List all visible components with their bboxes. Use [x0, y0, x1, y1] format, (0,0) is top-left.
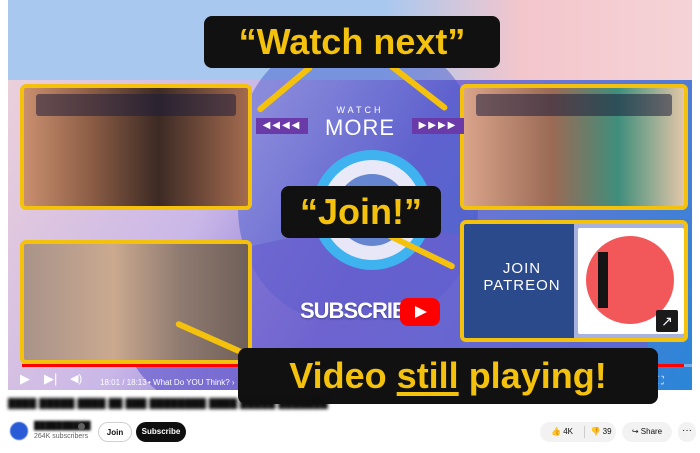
join-patreon-text: JOIN PATREON [483, 260, 561, 294]
thumbnail-title-blurred [36, 94, 236, 116]
like-dislike-group: 👍 4K 👎 39 [540, 422, 616, 442]
share-icon: ↪ [631, 427, 639, 436]
subscriber-count: 264K subscribers [34, 433, 89, 440]
dislike-count: 39 [602, 427, 612, 436]
video-player[interactable]: JOIN PATREON ↗ WATCH MORE ◀◀◀◀ ▶▶▶▶ SUBS… [8, 0, 692, 390]
patreon-panel: JOIN PATREON [464, 224, 574, 338]
channel-avatar[interactable] [10, 422, 28, 440]
next-icon[interactable]: ▶| [44, 372, 57, 386]
more-actions-button[interactable]: ··· [678, 422, 696, 442]
endscreen-video-thumbnail-right[interactable] [460, 84, 688, 210]
divider [584, 426, 585, 438]
left-arrows-icon: ◀◀◀◀ [256, 118, 308, 134]
patreon-logo-bar [598, 252, 608, 308]
right-arrows-icon: ▶▶▶▶ [412, 118, 464, 134]
join-button[interactable]: Join [98, 422, 132, 442]
thumbnail-title-blurred [476, 94, 672, 116]
verified-icon [78, 423, 85, 430]
volume-icon[interactable]: ◀) [70, 372, 82, 386]
playing-video-preview [20, 240, 252, 364]
open-link-icon[interactable]: ↗ [656, 310, 678, 332]
join-callout: “Join!” [281, 186, 441, 238]
play-icon[interactable]: ▶ [20, 372, 30, 386]
youtube-play-icon [400, 298, 440, 326]
dislike-button[interactable]: 👎 39 [586, 422, 616, 442]
endscreen-video-thumbnail-left[interactable] [20, 84, 252, 210]
thumbs-up-icon: 👍 [551, 427, 561, 436]
channel-logo-blurred [48, 20, 178, 60]
like-count: 4K [563, 427, 573, 436]
chapter-title[interactable]: • What Do YOU Think? › [148, 376, 235, 390]
callout-text: Video [289, 355, 397, 396]
callout-text-underlined: still [396, 355, 459, 396]
video-title-blurred: ████ █████ ████ ██ ███ ████████ ████ ███… [8, 398, 328, 409]
share-label: Share [640, 427, 663, 436]
watch-next-callout: “Watch next” [204, 16, 500, 68]
like-button[interactable]: 👍 4K [540, 422, 584, 442]
callout-text: playing! [458, 355, 607, 396]
video-watch-page: JOIN PATREON ↗ WATCH MORE ◀◀◀◀ ▶▶▶▶ SUBS… [0, 0, 700, 453]
share-button[interactable]: ↪ Share [622, 422, 672, 442]
watch-more-banner: WATCH MORE ◀◀◀◀ ▶▶▶▶ [256, 104, 464, 144]
time-display: 18:01 / 18:13 [100, 378, 147, 387]
thumbs-down-icon: 👎 [590, 427, 601, 436]
endscreen-patreon-link[interactable]: JOIN PATREON ↗ [460, 220, 688, 342]
subscribe-button[interactable]: Subscribe [136, 422, 186, 442]
video-still-playing-callout: Video still playing! [238, 348, 658, 404]
channel-name-blurred[interactable]: ██████████ [34, 421, 91, 431]
